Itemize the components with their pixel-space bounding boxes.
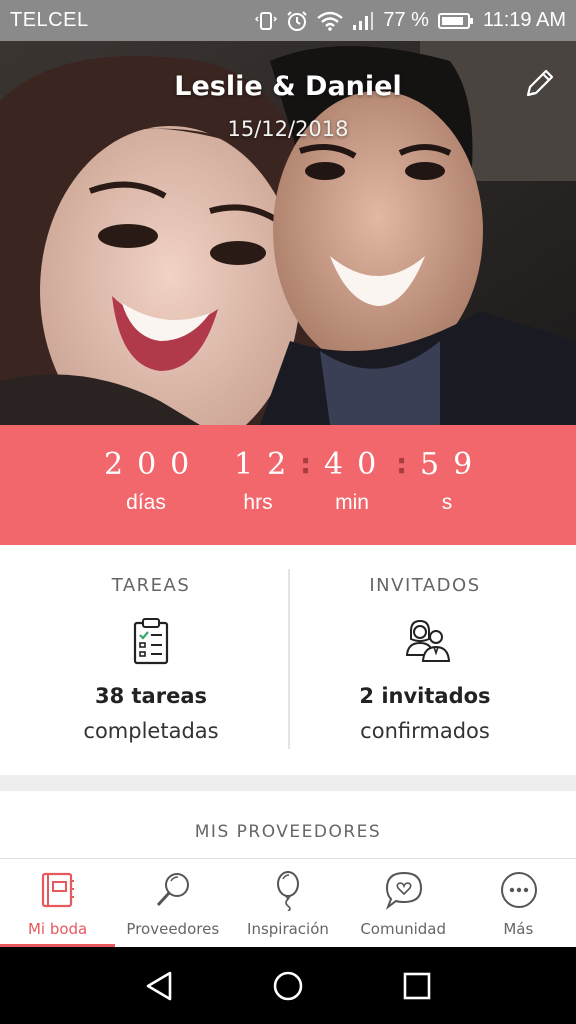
nav-label: Mi boda <box>27 920 88 938</box>
search-icon <box>152 869 194 911</box>
signal-icon <box>352 11 374 31</box>
countdown-hours-label: hrs <box>243 491 273 514</box>
back-icon[interactable] <box>140 967 178 1005</box>
summary-card: TAREAS 38 tareas completadas INVITADOS 2… <box>0 545 576 775</box>
bottom-navigation: Mi boda Proveedores Inspiración Comunida… <box>0 858 576 947</box>
nav-item-proveedores[interactable]: Proveedores <box>115 859 230 947</box>
pencil-icon[interactable] <box>522 67 556 101</box>
balloon-icon <box>267 869 309 912</box>
providers-title: MIS PROVEEDORES <box>194 822 382 842</box>
battery-percent: 77 % <box>383 9 429 31</box>
couple-guests-icon <box>403 617 451 665</box>
nav-item-comunidad[interactable]: Comunidad <box>346 859 461 947</box>
clipboard-checklist-icon <box>129 617 173 665</box>
providers-section: MIS PROVEEDORES <box>0 791 576 861</box>
status-icons: 77 % 11:19 AM <box>255 9 566 32</box>
battery-icon <box>437 12 474 30</box>
nav-label: Inspiración <box>247 920 329 938</box>
tasks-heading: TAREAS <box>111 575 191 596</box>
clock: 11:19 AM <box>482 9 566 31</box>
status-bar: TELCEL 77 % 11:19 AM <box>0 0 576 41</box>
alarm-icon <box>286 10 308 32</box>
countdown-days: 200 <box>104 447 204 482</box>
guests-count: 2 invitados <box>359 684 491 708</box>
nav-label: Comunidad <box>360 920 446 938</box>
more-icon <box>498 869 540 911</box>
tasks-summary[interactable]: TAREAS 38 tareas completadas <box>7 545 295 775</box>
guests-status: confirmados <box>360 719 490 743</box>
nav-item-mas[interactable]: Más <box>461 859 576 947</box>
home-icon[interactable] <box>269 967 307 1005</box>
tasks-count: 38 tareas <box>94 684 207 708</box>
guests-summary[interactable]: INVITADOS 2 invitados confirmados <box>281 545 569 775</box>
couple-photo-header[interactable]: Leslie & Daniel 15/12/2018 <box>0 41 576 425</box>
system-navigation-bar <box>0 947 576 1024</box>
nav-item-inspiracion[interactable]: Inspiración <box>230 859 345 947</box>
tasks-status: completadas <box>83 719 219 743</box>
countdown-seconds: 59 <box>420 447 487 482</box>
vibrate-icon <box>255 10 278 32</box>
countdown-separator: : <box>396 447 408 480</box>
wedding-planner-icon <box>37 869 79 911</box>
nav-label: Proveedores <box>126 920 220 938</box>
nav-label: Más <box>503 920 534 938</box>
countdown-seconds-label: s <box>441 491 453 514</box>
wedding-countdown: 200 12 : 40 : 59 días hrs min s <box>0 425 576 545</box>
guests-heading: INVITADOS <box>369 575 481 596</box>
countdown-minutes: 40 <box>324 447 391 482</box>
chat-heart-icon <box>383 869 425 911</box>
wifi-icon <box>317 11 344 31</box>
wedding-date: 15/12/2018 <box>227 117 349 141</box>
couple-names: Leslie & Daniel <box>174 71 402 102</box>
recents-icon[interactable] <box>398 967 436 1005</box>
countdown-days-label: días <box>126 491 166 514</box>
countdown-minutes-label: min <box>335 491 369 514</box>
countdown-hours: 12 <box>234 447 301 482</box>
countdown-separator: : <box>300 447 312 480</box>
carrier-name: TELCEL <box>10 9 89 31</box>
nav-item-mi-boda[interactable]: Mi boda <box>0 859 116 947</box>
